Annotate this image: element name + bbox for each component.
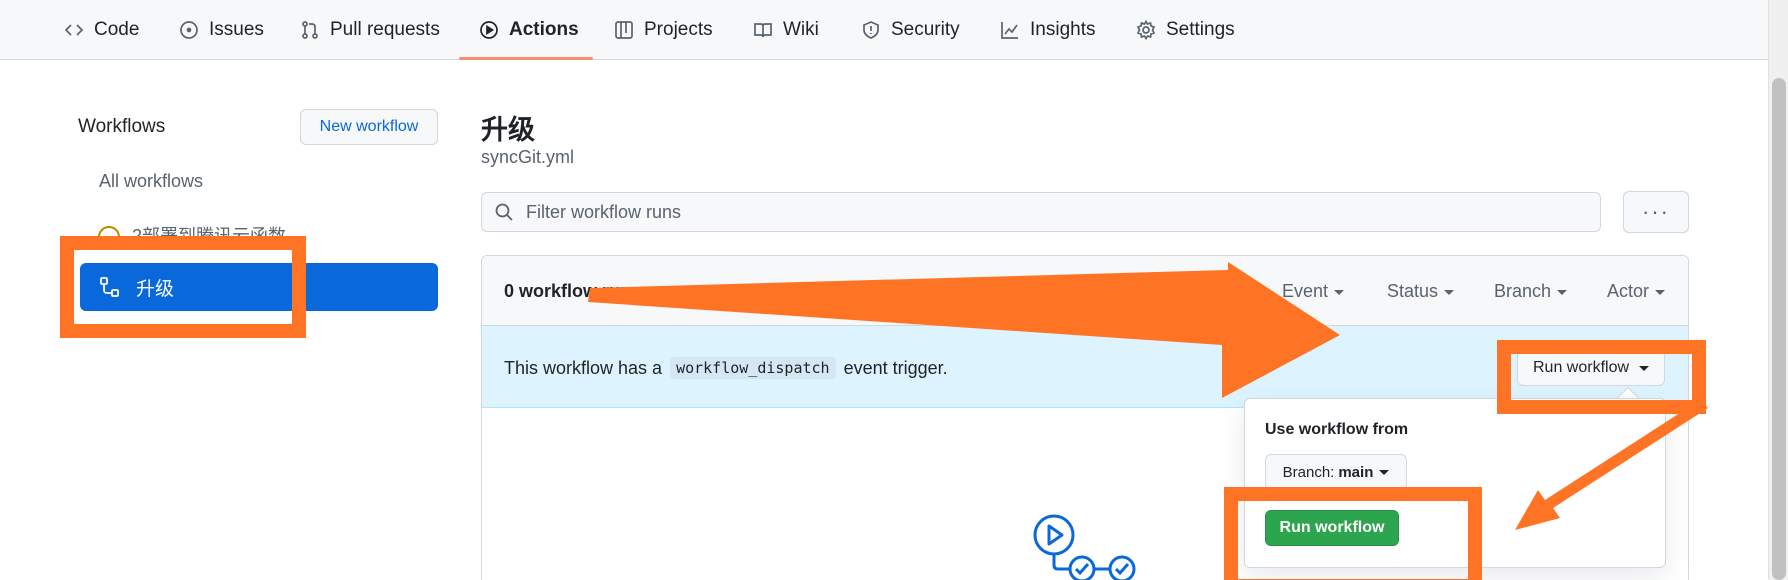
sidebar-title: Workflows	[78, 116, 166, 137]
use-workflow-from-label: Use workflow from	[1265, 421, 1409, 438]
event-filter[interactable]: Event	[1282, 281, 1345, 302]
sidebar-item-all-workflows[interactable]: All workflows	[99, 171, 203, 192]
run-workflow-dropdown-button[interactable]: Run workflow	[1517, 350, 1665, 386]
sidebar-item-upgrade-label: 升级	[136, 278, 175, 300]
tab-issues-label: Issues	[209, 19, 264, 40]
tab-insights-label: Insights	[1030, 19, 1096, 40]
run-workflow-popover: Use workflow from Branch: main Run workf…	[1244, 398, 1666, 568]
gear-icon	[1136, 20, 1156, 40]
page-scrollbar[interactable]	[1768, 0, 1788, 580]
tab-code-label: Code	[94, 19, 140, 40]
branch-value: main	[1338, 463, 1374, 481]
tab-projects-label: Projects	[644, 19, 713, 40]
tab-projects[interactable]: Projects	[614, 0, 713, 60]
run-workflow-dropdown-label: Run workflow	[1532, 359, 1630, 376]
runs-header: 0 workflow runs Event Status Branch Acto…	[482, 256, 1688, 326]
pull-request-icon	[302, 21, 318, 39]
branch-prefix: Branch:	[1282, 463, 1335, 481]
actor-filter[interactable]: Actor	[1607, 281, 1666, 302]
actor-filter-label: Actor	[1607, 281, 1650, 301]
tab-security-label: Security	[891, 19, 960, 40]
tab-pull-requests-label: Pull requests	[330, 19, 440, 40]
event-filter-label: Event	[1282, 281, 1329, 301]
chevron-down-icon	[1639, 365, 1650, 371]
workflow-file-link[interactable]: syncGit.yml	[481, 147, 574, 168]
chevron-down-icon	[1379, 469, 1390, 475]
page-title: 升级	[481, 115, 535, 145]
tab-insights[interactable]: Insights	[1000, 0, 1095, 60]
play-icon	[480, 21, 498, 39]
tab-settings[interactable]: Settings	[1136, 0, 1235, 60]
status-filter[interactable]: Status	[1387, 281, 1455, 302]
graph-icon	[1001, 22, 1018, 39]
chevron-down-icon	[1444, 289, 1455, 295]
warning-icon	[98, 226, 120, 244]
dispatch-banner: This workflow has a workflow_dispatch ev…	[482, 326, 1688, 408]
dispatch-text: This workflow has a workflow_dispatch ev…	[504, 357, 948, 379]
more-options-button[interactable]: ···	[1623, 191, 1689, 233]
tab-code[interactable]: Code	[64, 0, 139, 60]
tab-security[interactable]: Security	[861, 0, 960, 60]
workflow-icon	[100, 277, 119, 297]
book-icon	[754, 23, 772, 38]
actions-illustration-icon	[1033, 514, 1136, 580]
scrollbar-thumb[interactable]	[1772, 78, 1786, 580]
new-workflow-button[interactable]: New workflow	[300, 109, 438, 145]
shield-icon	[863, 21, 879, 39]
tab-pull-requests[interactable]: Pull requests	[300, 0, 440, 60]
issue-icon	[180, 21, 198, 39]
tab-settings-label: Settings	[1166, 19, 1235, 40]
code-icon	[64, 24, 84, 36]
chevron-down-icon	[1557, 289, 1568, 295]
status-filter-label: Status	[1387, 281, 1439, 301]
search-icon	[495, 203, 513, 221]
chevron-down-icon	[1334, 289, 1345, 295]
filter-runs-placeholder: Filter workflow runs	[526, 201, 682, 222]
active-tab-underline	[459, 57, 593, 60]
dispatch-prefix: This workflow has a	[504, 357, 663, 378]
project-icon	[615, 21, 633, 39]
sidebar-item-deploy-label: 2部署到腾讯云函数	[132, 226, 287, 244]
dispatch-code: workflow_dispatch	[670, 357, 836, 379]
branch-filter-label: Branch	[1494, 281, 1552, 301]
dispatch-suffix: event trigger.	[843, 357, 948, 378]
runs-count: 0 workflow runs	[504, 281, 642, 301]
tab-actions[interactable]: Actions	[479, 0, 579, 60]
tab-wiki[interactable]: Wiki	[753, 0, 819, 60]
branch-select[interactable]: Branch: main	[1265, 454, 1407, 490]
sidebar-item-deploy[interactable]: 2部署到腾讯云函数	[98, 222, 286, 244]
branch-filter[interactable]: Branch	[1494, 281, 1568, 302]
run-workflow-submit-button[interactable]: Run workflow	[1265, 510, 1399, 546]
filter-runs-input[interactable]: Filter workflow runs	[481, 192, 1601, 232]
tab-actions-label: Actions	[509, 19, 579, 40]
chevron-down-icon	[1655, 289, 1666, 295]
repo-nav: Code Issues Pull requests Actions Projec…	[0, 0, 1768, 60]
tab-wiki-label: Wiki	[783, 19, 819, 40]
sidebar-item-upgrade[interactable]: 升级	[80, 263, 438, 311]
tab-issues[interactable]: Issues	[179, 0, 264, 60]
